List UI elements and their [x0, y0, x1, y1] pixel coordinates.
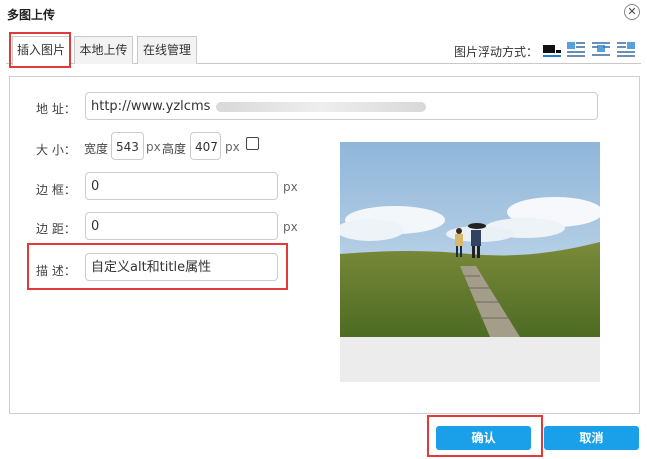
width-label: 宽度 [84, 142, 109, 156]
border-label: 边 框： [36, 183, 76, 197]
float-mode-label: 图片浮动方式： [454, 45, 539, 59]
margin-label: 边 距： [36, 222, 76, 236]
tab-local-upload[interactable]: 本地上传 [74, 36, 133, 64]
preview-photo [340, 142, 600, 337]
margin-unit: px [283, 220, 298, 234]
dialog-title: 多图上传 [7, 8, 56, 22]
size-label: 大 小： [36, 143, 76, 157]
margin-input[interactable]: 0 [85, 212, 278, 240]
margin-value: 0 [91, 219, 100, 234]
highlight-box-description [27, 243, 288, 290]
width-unit: px [146, 140, 161, 154]
address-value: http://www.yzlcms [91, 99, 211, 114]
cancel-button[interactable]: 取消 [544, 426, 639, 450]
address-input[interactable]: http://www.yzlcms [85, 92, 598, 120]
address-label: 地 址： [36, 102, 76, 116]
close-icon[interactable]: ✕ [624, 4, 640, 20]
border-input[interactable]: 0 [85, 172, 278, 200]
float-center-icon[interactable] [591, 40, 611, 58]
tab-online-manage[interactable]: 在线管理 [137, 36, 197, 64]
width-value: 543 [116, 140, 139, 154]
tab-label: 本地上传 [79, 43, 128, 57]
highlight-box-confirm [427, 415, 543, 457]
tab-label: 在线管理 [142, 43, 191, 57]
height-label: 高度 [162, 142, 187, 156]
address-blur [216, 101, 427, 112]
border-value: 0 [91, 179, 100, 194]
height-value: 407 [195, 140, 218, 154]
float-right-icon[interactable] [616, 40, 636, 58]
highlight-box-tab [9, 32, 71, 68]
lock-ratio-checkbox[interactable] [246, 137, 259, 150]
float-left-icon[interactable] [566, 40, 586, 58]
width-input[interactable]: 543 [111, 132, 144, 160]
border-unit: px [283, 180, 298, 194]
float-none-icon[interactable] [542, 40, 562, 58]
height-unit: px [225, 140, 240, 154]
image-preview [340, 142, 600, 382]
height-input[interactable]: 407 [190, 132, 221, 160]
dialog-titlebar: 多图上传 ✕ [0, 0, 647, 26]
